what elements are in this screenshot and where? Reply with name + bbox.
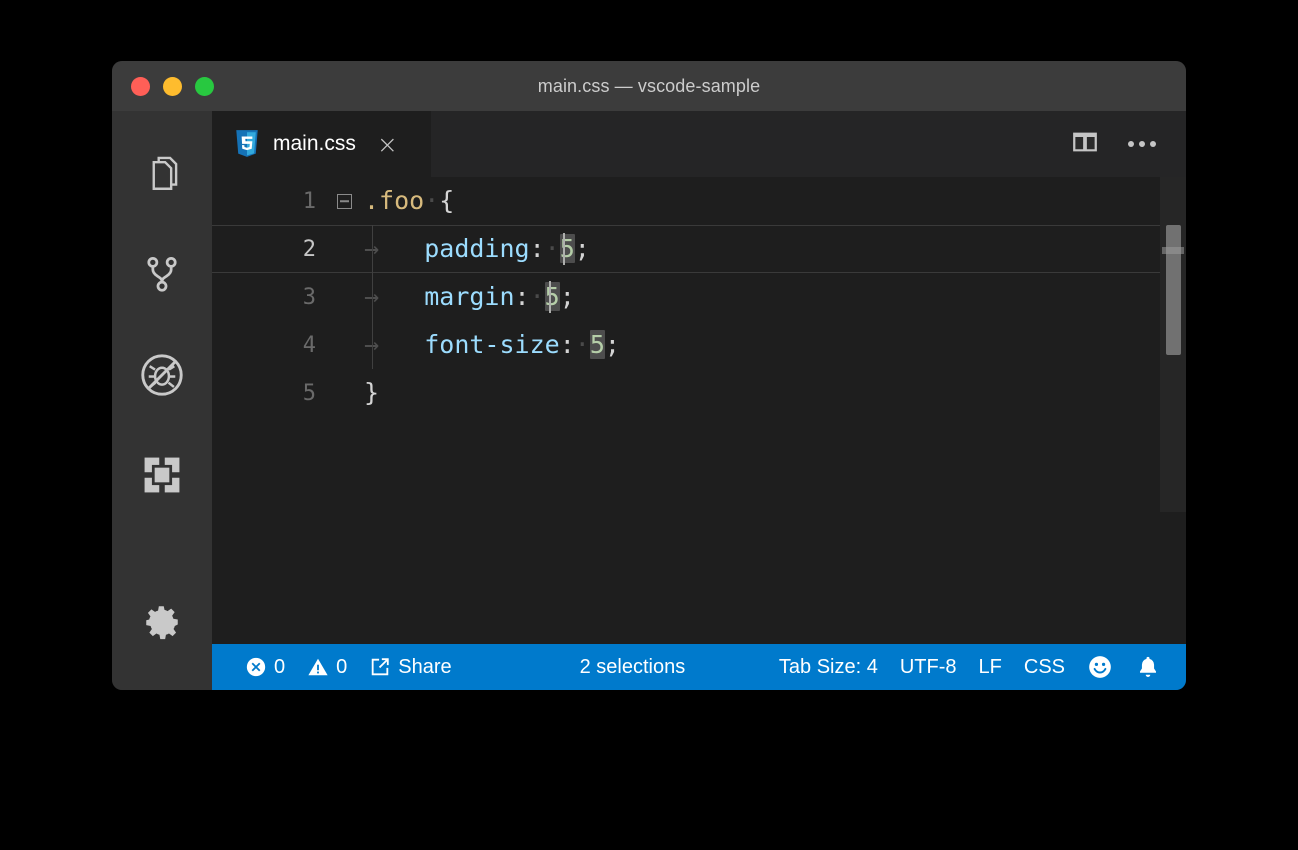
text-cursor: [563, 233, 565, 265]
status-share[interactable]: Share: [358, 656, 462, 679]
code-line-content: .foo·{: [364, 177, 454, 225]
code-line-content: → margin:·5;: [364, 273, 575, 321]
more-actions-icon[interactable]: [1128, 141, 1156, 147]
status-language-mode-label: CSS: [1023, 655, 1065, 678]
line-number: 3: [302, 284, 316, 310]
space-dot: ·: [424, 186, 440, 215]
minimize-window-button[interactable]: [163, 76, 182, 96]
text-cursor: [549, 281, 551, 313]
external-link-icon: [369, 656, 391, 678]
code-line[interactable]: 1 .foo·{: [212, 177, 1186, 225]
code-lines: 1 .foo·{ 2 → padding:·5; 3 →: [212, 177, 1186, 644]
css-file-icon: [234, 129, 260, 159]
tab-label: main.css: [273, 132, 356, 155]
semicolon-token: ;: [559, 282, 575, 311]
code-editor[interactable]: 1 .foo·{ 2 → padding:·5; 3 →: [212, 177, 1186, 644]
status-tab-size-label: Tab Size: 4: [778, 655, 878, 678]
code-line[interactable]: 5 }: [212, 369, 1186, 417]
selected-value-token: 5: [589, 330, 605, 359]
brace-token: }: [364, 378, 380, 407]
vertical-scrollbar-thumb[interactable]: [1166, 225, 1181, 355]
zoom-window-button[interactable]: [195, 76, 214, 96]
space-dot: ·: [574, 330, 590, 359]
code-line-content: → padding:·5;: [364, 225, 590, 273]
line-number: 2: [302, 236, 316, 262]
code-line[interactable]: 3 → margin:·5;: [212, 273, 1186, 321]
status-encoding-label: UTF-8: [899, 655, 957, 678]
status-eol-label: LF: [978, 655, 1002, 678]
status-selections-label: 2 selections: [579, 655, 686, 678]
sidebar-item-source-control[interactable]: [112, 225, 212, 325]
smiley-icon: [1087, 654, 1113, 680]
sidebar-item-explorer[interactable]: [112, 125, 212, 225]
tab-main-css[interactable]: main.css ×: [212, 111, 432, 177]
status-bar-right: Tab Size: 4 UTF-8 LF CSS: [768, 654, 1172, 680]
colon-token: :: [529, 234, 545, 263]
window-title: main.css — vscode-sample: [537, 75, 761, 96]
status-encoding[interactable]: UTF-8: [889, 656, 968, 679]
line-number: 4: [302, 332, 316, 358]
brace-token: {: [439, 186, 455, 215]
status-tab-size[interactable]: Tab Size: 4: [768, 656, 889, 679]
gear-icon: [141, 601, 183, 643]
code-line[interactable]: 4 → font-size:·5;: [212, 321, 1186, 369]
status-errors[interactable]: 0: [234, 656, 296, 679]
css-selector-token: .foo: [364, 186, 425, 215]
explorer-files-icon: [140, 152, 184, 198]
title-bar: main.css — vscode-sample: [112, 61, 1186, 111]
fold-toggle-icon[interactable]: [324, 193, 364, 209]
run-and-debug-disabled-icon: [137, 350, 187, 400]
status-share-label: Share: [398, 655, 452, 678]
sidebar-item-manage[interactable]: [112, 572, 212, 672]
css-property-token: font-size: [424, 330, 560, 359]
line-number: 1: [302, 188, 316, 214]
status-bar: 0 0 Share 2 selections Tab Size: 4 UTF-8…: [212, 644, 1186, 690]
traffic-light-group: [112, 76, 214, 96]
error-circle-x-icon: [245, 656, 267, 678]
extensions-icon: [140, 453, 184, 497]
status-eol[interactable]: LF: [968, 656, 1013, 679]
code-line[interactable]: 2 → padding:·5;: [212, 225, 1186, 273]
css-property-token: padding: [424, 234, 530, 263]
semicolon-token: ;: [574, 234, 590, 263]
code-line-content: }: [364, 369, 379, 417]
selected-value-token: 5: [559, 234, 575, 263]
selected-value-token: 5: [544, 282, 560, 311]
activity-bar: [112, 111, 212, 690]
editor-actions: [1070, 111, 1186, 177]
scrollbar-decoration-marker: [1162, 247, 1184, 254]
status-bar-left: 0 0 Share: [234, 656, 463, 679]
editor-column: main.css × 1 .foo·{2 padding:·5 ; 3 mar…: [212, 111, 1186, 690]
colon-token: :: [514, 282, 530, 311]
sidebar-item-extensions[interactable]: [112, 425, 212, 525]
close-window-button[interactable]: [131, 76, 150, 96]
line-number: 5: [302, 380, 316, 406]
status-errors-count: 0: [274, 655, 286, 678]
status-notifications[interactable]: [1124, 654, 1172, 680]
status-feedback[interactable]: [1076, 654, 1124, 680]
status-warnings-count: 0: [336, 655, 348, 678]
warning-triangle-icon: [307, 656, 329, 678]
space-dot: ·: [544, 234, 560, 263]
source-control-branch-icon: [140, 252, 184, 298]
vscode-window: main.css — vscode-sample main.css × 1 .f…: [112, 61, 1186, 690]
status-selections[interactable]: 2 selections: [569, 644, 697, 690]
tab-bar: main.css ×: [212, 111, 1186, 177]
bell-icon: [1135, 654, 1161, 680]
window-body: main.css × 1 .foo·{2 padding:·5 ; 3 mar…: [112, 111, 1186, 690]
colon-token: :: [559, 330, 575, 359]
status-warnings[interactable]: 0: [296, 656, 358, 679]
sidebar-item-run-and-debug[interactable]: [112, 325, 212, 425]
split-editor-icon[interactable]: [1070, 127, 1100, 162]
code-line-content: → font-size:·5;: [364, 321, 620, 369]
semicolon-token: ;: [604, 330, 620, 359]
indent-guide: [372, 225, 373, 369]
space-dot: ·: [529, 282, 545, 311]
editor-right-edge: [1160, 512, 1186, 644]
css-property-token: margin: [424, 282, 515, 311]
status-language-mode[interactable]: CSS: [1013, 656, 1076, 679]
close-icon[interactable]: ×: [377, 132, 398, 157]
